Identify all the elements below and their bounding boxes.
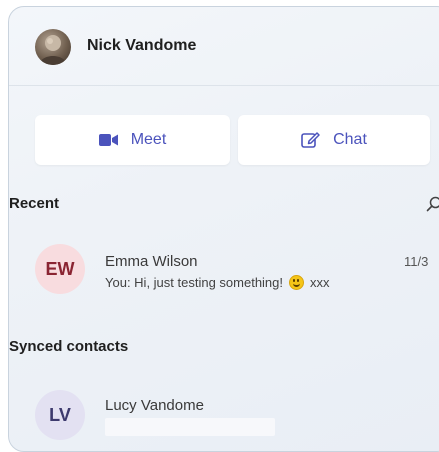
contact-avatar-lv: LV bbox=[35, 390, 85, 440]
message-preview: You: Hi, just testing something! xxx bbox=[105, 275, 330, 290]
message-preview-suffix: xxx bbox=[310, 275, 330, 290]
user-photo-icon bbox=[35, 29, 71, 65]
message-date: 11/3 bbox=[404, 254, 428, 269]
message-preview-text: You: Hi, just testing something! bbox=[105, 275, 283, 290]
profile-avatar[interactable] bbox=[35, 29, 71, 65]
contact-name: Emma Wilson bbox=[105, 253, 198, 270]
contact-avatar-ew: EW bbox=[35, 244, 85, 294]
compose-icon bbox=[301, 131, 321, 149]
chat-button-label: Chat bbox=[333, 131, 367, 149]
contact-name: Lucy Vandome bbox=[105, 397, 204, 414]
contact-detail-placeholder bbox=[105, 418, 275, 436]
smiley-emoji-icon bbox=[289, 275, 304, 290]
meet-button-label: Meet bbox=[131, 131, 167, 149]
chat-button[interactable]: Chat bbox=[238, 115, 430, 165]
profile-name: Nick Vandome bbox=[87, 37, 196, 55]
header-divider bbox=[9, 85, 439, 86]
synced-contacts-heading: Synced contacts bbox=[9, 338, 128, 355]
recent-heading: Recent bbox=[9, 195, 59, 212]
meet-button[interactable]: Meet bbox=[35, 115, 230, 165]
teams-chat-panel: Nick Vandome Meet Chat Recent EW Emma Wi… bbox=[8, 6, 439, 452]
profile-header: Nick Vandome bbox=[9, 7, 439, 85]
search-icon[interactable] bbox=[426, 196, 439, 217]
video-camera-icon bbox=[99, 133, 119, 147]
